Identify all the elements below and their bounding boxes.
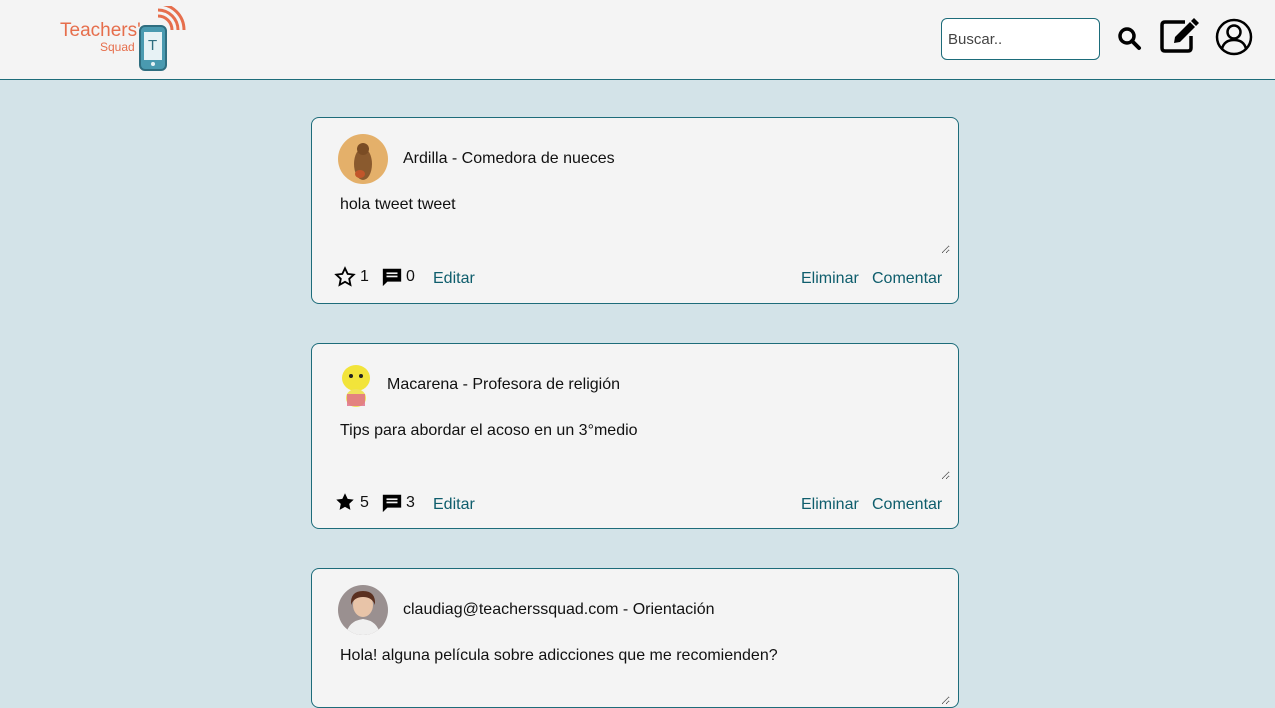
comment-icon[interactable]	[381, 266, 403, 293]
comment-count: 0	[406, 268, 415, 285]
comment-icon[interactable]	[381, 492, 403, 519]
user-profile-icon[interactable]	[1215, 18, 1253, 61]
comment-count: 3	[406, 494, 415, 511]
logo-subtitle: Squad	[100, 40, 135, 54]
post-author: Ardilla - Comedora de nueces	[403, 150, 615, 167]
post-text[interactable]: hola tweet tweet	[338, 186, 950, 254]
like-count: 1	[360, 268, 369, 285]
search-input[interactable]	[941, 18, 1100, 60]
comment-link[interactable]: Comentar	[872, 270, 942, 288]
post-author: Macarena - Profesora de religión	[387, 376, 621, 393]
post-text[interactable]: Tips para abordar el acoso en un 3°medio	[338, 412, 950, 480]
like-count: 5	[360, 494, 369, 511]
post-card: Macarena - Profesora de religión Tips pa…	[311, 343, 959, 529]
delete-link[interactable]: Eliminar	[801, 496, 859, 514]
star-filled-icon[interactable]	[334, 491, 356, 518]
teachers-squad-logo[interactable]: Teachers' Squad T	[58, 6, 190, 74]
delete-link[interactable]: Eliminar	[801, 270, 859, 288]
post-text[interactable]: Hola! alguna película sobre adicciones q…	[338, 637, 950, 705]
post-card: Ardilla - Comedora de nueces hola tweet …	[311, 117, 959, 304]
logo-badge-letter: T	[148, 37, 158, 54]
edit-link[interactable]: Editar	[433, 496, 475, 514]
logo-title: Teachers'	[60, 20, 141, 41]
search-icon[interactable]	[1117, 26, 1143, 57]
post-card: claudiag@teacherssquad.com - Orientación…	[311, 568, 959, 708]
edit-link[interactable]: Editar	[433, 270, 475, 288]
avatar	[338, 585, 388, 635]
star-outline-icon[interactable]	[334, 266, 356, 293]
avatar	[338, 360, 374, 410]
edit-icon[interactable]	[1159, 18, 1199, 59]
comment-link[interactable]: Comentar	[872, 496, 942, 514]
top-bar: Teachers' Squad T	[0, 0, 1275, 80]
post-author: claudiag@teacherssquad.com - Orientación	[403, 601, 715, 618]
avatar	[338, 134, 388, 184]
